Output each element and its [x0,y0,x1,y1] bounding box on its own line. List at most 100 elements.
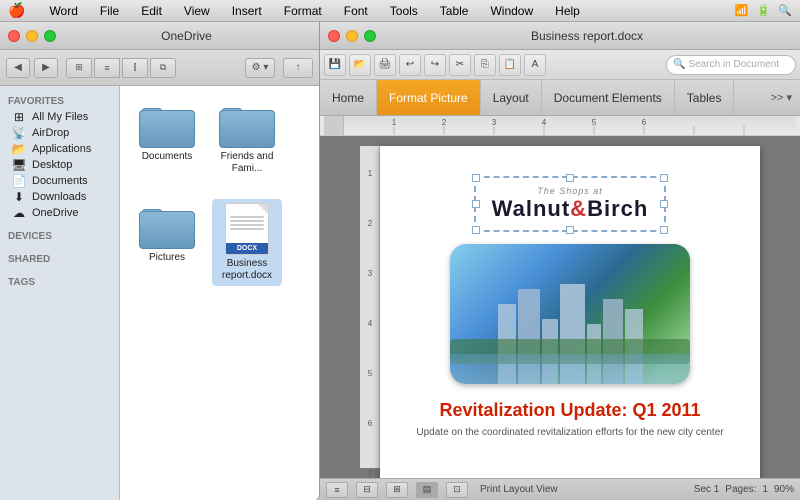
menu-tools[interactable]: Tools [386,3,422,19]
menu-bar: 🍎 Word File Edit View Insert Format Font… [0,0,800,22]
document-page: The Shops at Walnut&Birch [380,146,760,478]
sidebar-label-airdrop: AirDrop [32,127,69,139]
menu-format[interactable]: Format [280,3,326,19]
print-layout-label: Print Layout View [480,484,558,495]
finder-window: OneDrive ◀ ▶ ⊞ ≡ ⫿ ⧉ ⚙ ▾ ↑ FAVORITES ⊞ A… [0,22,320,500]
print-btn[interactable]: 🖨 [374,54,396,76]
share-button[interactable]: ↑ [283,58,313,78]
menu-insert[interactable]: Insert [228,3,266,19]
tab-layout-label: Layout [493,91,529,105]
sidebar-item-onedrive[interactable]: ☁ OneDrive [3,205,116,221]
word-toolbar: 💾 📂 🖨 ↩ ↪ ✂ ⎘ 📋 A 🔍 Search in Document [320,50,800,80]
cut-btn[interactable]: ✂ [449,54,471,76]
menu-word[interactable]: Word [45,3,81,19]
airdrop-icon: 📡 [11,127,27,139]
status-view-3[interactable]: ⊞ [386,482,408,498]
sidebar-item-downloads[interactable]: ⬇ Downloads [3,189,116,205]
status-view-5[interactable]: ⊡ [446,482,468,498]
word-close-button[interactable] [328,30,340,42]
action-button[interactable]: ⚙ ▾ [245,58,275,78]
zoom-level: 90% [774,484,794,495]
minimize-button[interactable] [26,30,38,42]
back-button[interactable]: ◀ [6,58,30,78]
word-maximize-button[interactable] [364,30,376,42]
main-area: OneDrive ◀ ▶ ⊞ ≡ ⫿ ⧉ ⚙ ▾ ↑ FAVORITES ⊞ A… [0,22,800,500]
sidebar-item-applications[interactable]: 📂 Applications [3,141,116,157]
status-view-2[interactable]: ⊟ [356,482,378,498]
svg-text:5: 5 [368,369,373,378]
close-button[interactable] [8,30,20,42]
menu-font[interactable]: Font [340,3,372,19]
apple-menu[interactable]: 🍎 [8,2,25,19]
finder-content: Documents Friends and Fami... [120,86,319,500]
ruler: 1 2 3 4 5 6 [320,116,800,136]
tab-document-elements[interactable]: Document Elements [542,80,675,115]
status-view-1[interactable]: ≡ [326,482,348,498]
docx-icon: DOCX [225,203,269,255]
sidebar-item-airdrop[interactable]: 📡 AirDrop [3,125,116,141]
sidebar-item-documents[interactable]: 📄 Documents [3,173,116,189]
icon-view-button[interactable]: ⊞ [66,58,92,78]
sidebar-item-desktop[interactable]: 🖥 Desktop [3,157,116,173]
tags-label: TAGS [0,273,119,290]
forward-button[interactable]: ▶ [34,58,58,78]
search-box[interactable]: 🔍 Search in Document [666,55,796,75]
logo-container[interactable]: The Shops at Walnut&Birch [474,176,667,232]
sidebar-item-all-my-files[interactable]: ⊞ All My Files [3,109,116,125]
column-view-button[interactable]: ⫿ [122,58,148,78]
friends-folder-item[interactable]: Friends and Fami... [212,98,282,179]
pages-label: Pages: [725,484,756,495]
open-btn[interactable]: 📂 [349,54,371,76]
ruler-marks: 1 2 3 4 5 6 [344,116,796,135]
folder-icon [139,102,195,148]
handle-ml[interactable] [472,200,480,208]
handle-bm[interactable] [566,226,574,234]
pictures-folder-item[interactable]: Pictures [132,199,202,286]
finder-body: FAVORITES ⊞ All My Files 📡 AirDrop 📂 App… [0,86,319,500]
tab-format-picture[interactable]: Format Picture [377,80,481,115]
documents-icon: 📄 [11,175,27,187]
handle-tl[interactable] [472,174,480,182]
menu-table[interactable]: Table [436,3,473,19]
handle-tm[interactable] [566,174,574,182]
save-btn[interactable]: 💾 [324,54,346,76]
view-buttons: ⊞ ≡ ⫿ ⧉ [66,58,176,78]
svg-text:6: 6 [368,419,373,428]
document-title: Revitalization Update: Q1 2011 [439,400,700,421]
svg-text:3: 3 [492,118,497,127]
business-report-item[interactable]: DOCX Business report.docx [212,199,282,286]
list-view-button[interactable]: ≡ [94,58,120,78]
menu-window[interactable]: Window [486,3,537,19]
menu-help[interactable]: Help [551,3,584,19]
ribbon-more-button[interactable]: >> ▾ [763,80,800,115]
paste-btn[interactable]: 📋 [499,54,521,76]
tab-home-label: Home [332,91,364,105]
tab-layout[interactable]: Layout [481,80,542,115]
statusbar-right: Sec 1 Pages: 1 90% [694,484,794,495]
menu-view[interactable]: View [180,3,214,19]
menu-file[interactable]: File [96,3,123,19]
tab-home[interactable]: Home [320,80,377,115]
handle-tr[interactable] [660,174,668,182]
copy-btn[interactable]: ⎘ [474,54,496,76]
maximize-button[interactable] [44,30,56,42]
wifi-icon: 📶 [735,4,749,17]
all-my-files-icon: ⊞ [11,111,27,123]
status-view-4[interactable]: ▤ [416,482,438,498]
finder-toolbar: ◀ ▶ ⊞ ≡ ⫿ ⧉ ⚙ ▾ ↑ [0,50,319,86]
svg-text:2: 2 [442,118,447,127]
redo-btn[interactable]: ↪ [424,54,446,76]
flow-view-button[interactable]: ⧉ [150,58,176,78]
handle-bl[interactable] [472,226,480,234]
word-minimize-button[interactable] [346,30,358,42]
menu-edit[interactable]: Edit [137,3,166,19]
handle-mr[interactable] [660,200,668,208]
undo-btn[interactable]: ↩ [399,54,421,76]
battery-icon: 🔋 [757,4,771,17]
handle-br[interactable] [660,226,668,234]
format-btn[interactable]: A [524,54,546,76]
finder-sidebar: FAVORITES ⊞ All My Files 📡 AirDrop 📂 App… [0,86,120,500]
search-icon[interactable]: 🔍 [778,4,792,17]
documents-folder-item[interactable]: Documents [132,98,202,179]
tab-tables[interactable]: Tables [675,80,735,115]
